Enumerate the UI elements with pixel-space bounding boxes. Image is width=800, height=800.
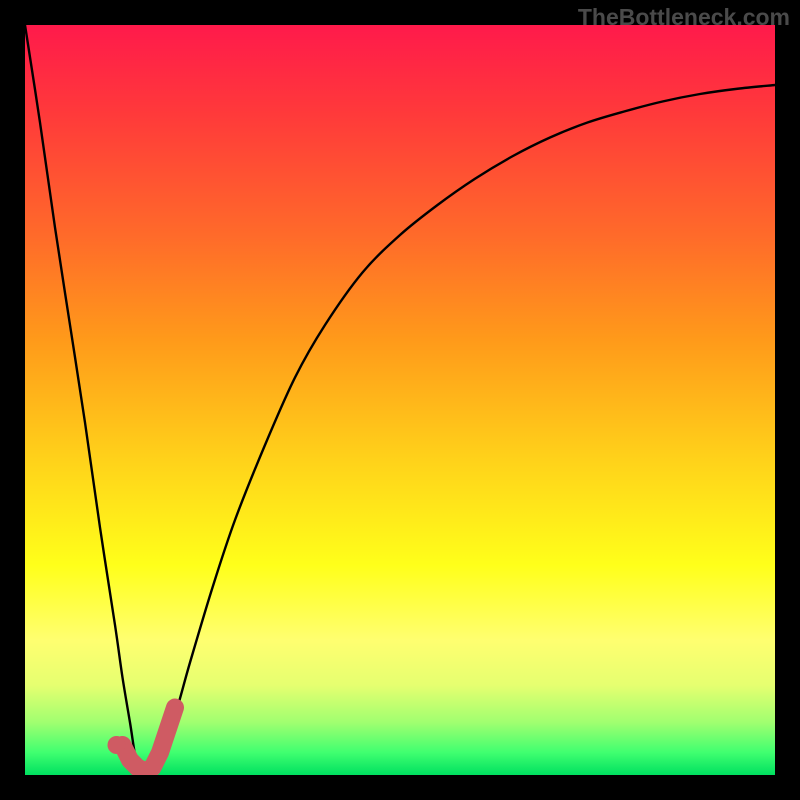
watermark-text: TheBottleneck.com bbox=[578, 4, 790, 31]
highlight-dot bbox=[108, 736, 126, 754]
bottleneck-curve bbox=[25, 25, 775, 775]
chart-frame: TheBottleneck.com bbox=[0, 0, 800, 800]
chart-svg bbox=[25, 25, 775, 775]
highlight-j-stroke bbox=[123, 708, 176, 772]
plot-area bbox=[25, 25, 775, 775]
